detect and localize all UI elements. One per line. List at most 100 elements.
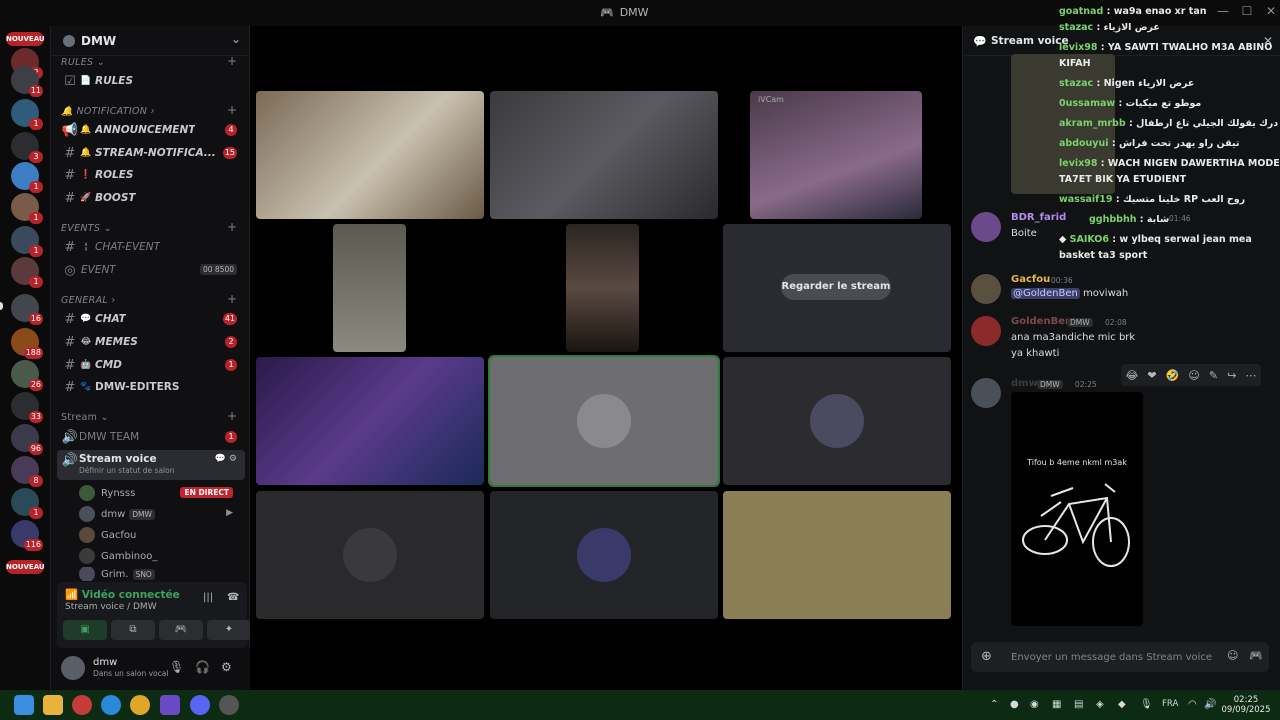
system-clock[interactable]: 02:25 09/09/2025 [1218,695,1274,715]
voice-user[interactable]: Grim. SNO [79,567,245,581]
server-icon[interactable]: 16 [11,294,43,325]
gear-icon[interactable]: ⚙ [221,660,232,674]
category-rules[interactable]: RULES ⌄ [61,57,105,68]
video-tile[interactable] [566,224,639,352]
close-window-button[interactable]: ✕ [1258,4,1280,22]
message-author[interactable]: BDR_farid [1011,212,1066,223]
server-icon[interactable]: 96 [11,424,43,455]
chat-message[interactable]: GoldenBen DMW 02:08 ana ma3andiche mic b… [971,316,1271,366]
video-tile[interactable]: iVCam [750,91,922,219]
chat-message[interactable]: Gacfou 00:36 @GoldenBen moviwah [971,274,1271,308]
avatar[interactable] [61,656,85,680]
headphones-icon[interactable]: 🎧 [195,660,210,674]
microphone-icon[interactable]: 🎙 [1140,699,1153,710]
microphone-icon[interactable]: 🎙 [169,660,184,674]
category-events[interactable]: EVENTS ⌄ [61,223,112,234]
server-icon[interactable]: 26 [11,360,43,391]
chevron-down-icon[interactable]: ⌄ [231,32,241,46]
channel-announcement[interactable]: 📢 🔔 ANNOUNCEMENT 4 [57,120,245,140]
add-channel-icon[interactable]: + [227,103,237,117]
app-icon[interactable] [219,695,239,715]
avatar[interactable] [971,212,1001,242]
channel-memes[interactable]: # 😂 MEMES 2 [57,332,245,352]
image-attachment[interactable]: Tifou b 4eme nkml m3ak [1011,392,1143,626]
video-tile[interactable] [256,357,484,485]
tray-app-icon[interactable]: ◈ [1096,699,1104,710]
channel-event[interactable]: ◎ EVENT 00 8500 [57,260,245,280]
add-channel-icon[interactable]: + [227,292,237,306]
server-icon[interactable]: 3 [11,132,43,163]
channel-stream-notification[interactable]: # 🔔 STREAM-NOTIFICA... 15 [57,143,245,163]
add-channel-icon[interactable]: + [227,220,237,234]
voice-user[interactable]: Rynsss EN DIRECT [79,483,245,503]
stream-tile[interactable]: Regarder le stream [723,224,951,352]
voice-channel-path[interactable]: Stream voice / DMW [65,602,157,612]
add-channel-icon[interactable]: + [227,409,237,423]
game-controller-icon[interactable]: 🎮 [1249,649,1263,662]
camera-button[interactable]: ▣ [63,620,107,640]
channel-cmd[interactable]: # 🤖 CMD 1 [57,355,245,375]
channel-rules[interactable]: ☑ 📄 RULES [57,71,245,91]
channel-roles[interactable]: # ❗ ROLES [57,165,245,185]
channel-actions-icon[interactable]: 💬 ⚙ [215,454,237,464]
windows-start-icon[interactable] [14,695,34,715]
app-icon[interactable] [160,695,180,715]
server-icon[interactable]: 1 [11,162,43,193]
user-mention[interactable]: @GoldenBen [1011,288,1080,299]
wifi-icon[interactable]: ◠ [1188,699,1197,710]
noise-suppression-icon[interactable]: ||| [203,592,213,603]
edge-icon[interactable] [101,695,121,715]
server-icon[interactable]: 33 [11,392,43,423]
channel-dmw-editers[interactable]: # 🐾 DMW-EDITERS [57,377,245,397]
guild-header[interactable]: DMW ⌄ [51,26,251,56]
server-icon[interactable]: 1 [11,99,43,130]
category-stream[interactable]: Stream ⌄ [61,412,109,423]
tray-app-icon[interactable]: ▤ [1074,699,1083,710]
participant-tile[interactable] [488,355,720,487]
participant-tile[interactable] [490,491,718,619]
video-tile[interactable] [333,224,406,352]
avatar[interactable] [971,378,1001,408]
participant-tile[interactable] [723,491,951,619]
participant-tile[interactable] [723,357,951,485]
server-icon[interactable]: 1 [11,488,43,519]
voice-user[interactable]: dmw DMW ▶ [79,504,245,524]
tray-app-icon[interactable]: ● [1010,699,1019,710]
add-channel-icon[interactable]: + [227,54,237,68]
volume-icon[interactable]: 🔊 [1204,699,1216,710]
channel-boost[interactable]: # 🚀 BOOST [57,188,245,208]
channel-chat[interactable]: # 💬 CHAT 41 [57,309,245,329]
participant-tile[interactable] [256,491,484,619]
minimize-button[interactable]: — [1210,4,1236,22]
emoji-icon[interactable]: ☺ [1227,649,1238,662]
channel-chat-event[interactable]: # ¦ CHAT-EVENT [57,237,245,257]
voice-user[interactable]: Gambinoo_ [79,546,245,566]
channel-dmw-team[interactable]: 🔊 DMW TEAM 1 [57,427,245,447]
category-general[interactable]: GENERAL › [61,295,115,306]
channel-stream-voice[interactable]: 🔊 Stream voice Définir un statut de salo… [57,450,245,480]
avatar[interactable] [971,274,1001,304]
tray-app-icon[interactable]: ▦ [1052,699,1061,710]
server-icon[interactable]: 188 [11,328,43,359]
screen-share-button[interactable]: ⧉ [111,620,155,640]
discord-icon[interactable] [190,695,210,715]
maximize-button[interactable]: ☐ [1234,4,1260,22]
soundboard-button[interactable]: ✦ [207,620,251,640]
chat-message[interactable]: BDR_farid 01:46 Boite [971,212,1271,246]
chrome-icon[interactable] [130,695,150,715]
tray-app-icon[interactable]: ◉ [1030,699,1039,710]
server-icon[interactable]: 1 [11,257,43,288]
message-input[interactable] [1011,647,1221,667]
avatar[interactable] [971,316,1001,346]
category-notification[interactable]: 🔔 NOTIFICATION › [61,106,155,117]
chevron-up-icon[interactable]: ⌃ [990,699,998,710]
server-icon[interactable]: 8 [11,456,43,487]
tray-app-icon[interactable]: ◆ [1118,699,1126,710]
video-tile[interactable] [256,91,484,219]
language-indicator[interactable]: FRA [1162,699,1178,709]
message-author[interactable]: GoldenBen [1011,316,1072,327]
message-author[interactable]: dmw [1011,378,1038,389]
activity-button[interactable]: 🎮 [159,620,203,640]
add-attachment-icon[interactable]: ⊕ [981,649,992,664]
opera-icon[interactable] [72,695,92,715]
